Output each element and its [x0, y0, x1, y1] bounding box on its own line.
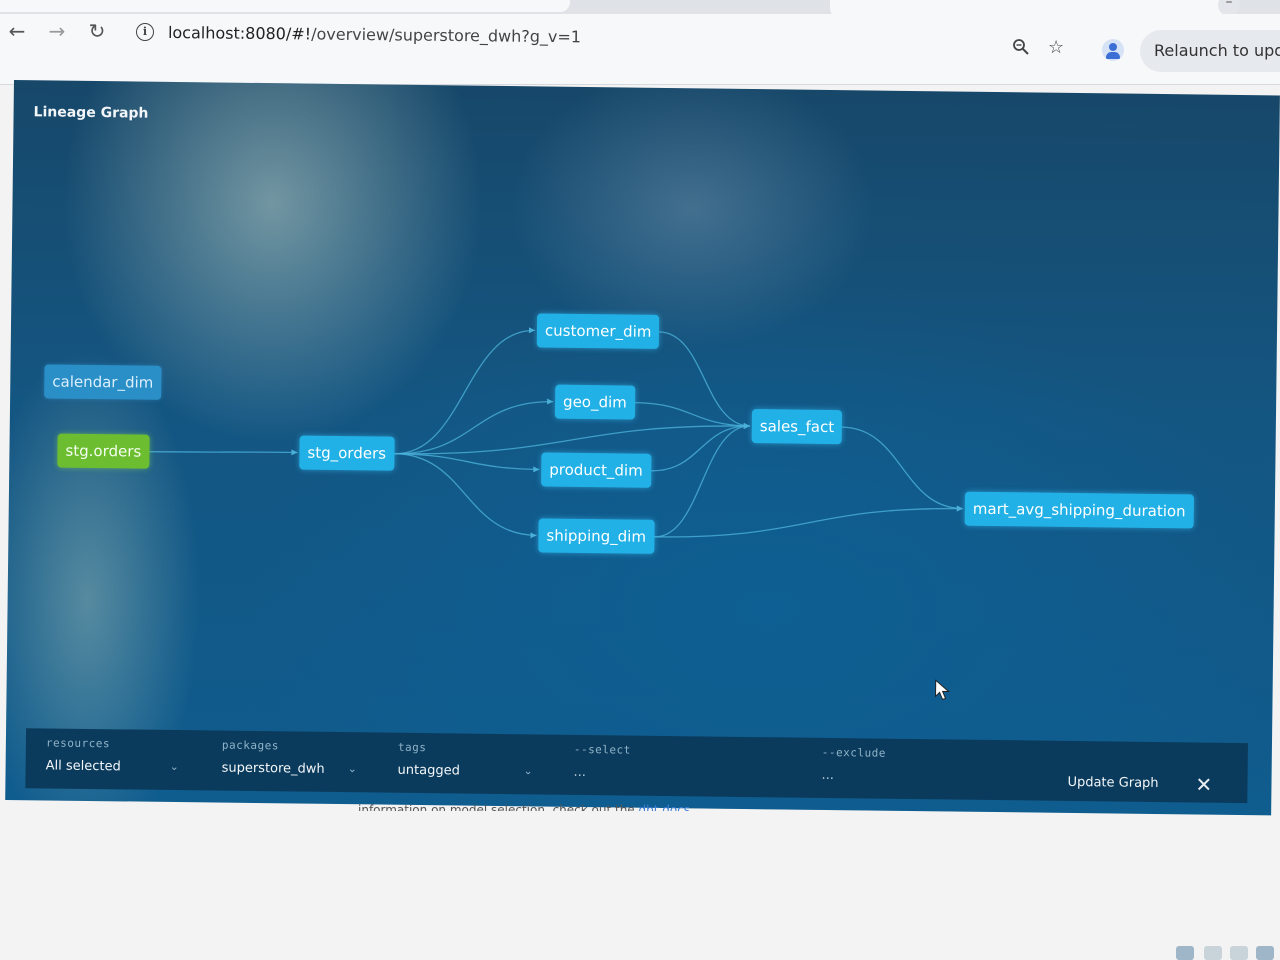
edge-arrowhead [291, 449, 298, 456]
edge-arrowhead [533, 466, 540, 473]
chevron-down-icon[interactable]: ⌄ [170, 760, 179, 773]
relaunch-button[interactable]: Relaunch to upda [1140, 30, 1280, 72]
resources-label: resources [45, 736, 111, 751]
select-input[interactable]: ... [573, 765, 586, 780]
url-host: localhost:8080/#! [167, 23, 312, 44]
edge-stg_orders-to-geo_dim [394, 400, 554, 455]
info-icon[interactable]: i [136, 23, 154, 41]
edge-stg_orders-to-customer_dim [394, 329, 535, 455]
exclude-filter[interactable]: --exclude ... [821, 738, 1042, 801]
chevron-down-icon[interactable]: ⌄ [348, 762, 357, 775]
edge-arrowhead [528, 327, 535, 334]
tab-strip: – [0, 0, 1280, 18]
exclude-input[interactable]: ... [821, 768, 834, 783]
edge-stg_orders_source-to-stg_orders [149, 451, 298, 454]
url-path: /overview/superstore_dwh?g_v=1 [311, 24, 582, 47]
node-stg-orders-source[interactable]: stg.orders [57, 433, 150, 469]
lineage-graph-panel: Lineage Graph calendar_dim stg.orders st… [5, 80, 1280, 816]
edge-arrowhead [743, 422, 750, 429]
edge-stg_orders-to-shipping_dim [394, 453, 537, 537]
avatar-icon[interactable] [1102, 39, 1124, 61]
relaunch-label: Relaunch to upda [1154, 41, 1280, 60]
exclude-label: --exclude [821, 745, 887, 760]
help-text: information on model selection, check ou… [358, 803, 690, 811]
tags-value[interactable]: untagged [398, 763, 460, 779]
node-mart-avg-shipping-duration[interactable]: mart_avg_shipping_duration [964, 491, 1194, 529]
node-customer-dim[interactable]: customer_dim [536, 313, 660, 349]
tray-icon[interactable] [1176, 946, 1194, 960]
tray-icon[interactable] [1204, 946, 1222, 960]
system-tray [1172, 944, 1280, 960]
arrow-right-icon[interactable]: → [44, 18, 70, 44]
tags-label: tags [397, 740, 427, 755]
select-filter[interactable]: --select ... [573, 735, 794, 798]
node-sales-fact[interactable]: sales_fact [751, 409, 843, 445]
edge-geo_dim-to-sales_fact [635, 401, 750, 427]
node-product-dim[interactable]: product_dim [541, 452, 651, 488]
tray-icon[interactable] [1230, 946, 1248, 960]
edge-arrowhead [530, 532, 537, 539]
packages-value[interactable]: superstore_dwh [222, 761, 325, 777]
edge-sales_fact-to-mart_avg_shipping_duration [841, 426, 963, 510]
dbt-docs-link[interactable]: dbt docs [639, 803, 691, 811]
packages-filter[interactable]: packages superstore_dwh ⌄ [221, 731, 372, 793]
select-label: --select [573, 742, 631, 757]
node-shipping-dim[interactable]: shipping_dim [538, 518, 655, 554]
edge-stg_orders-to-product_dim [394, 453, 540, 471]
mouse-pointer-icon [935, 679, 950, 701]
help-text-body: information on model selection, check ou… [358, 803, 639, 811]
node-stg-orders[interactable]: stg_orders [299, 435, 395, 471]
edge-arrowhead [547, 398, 554, 405]
star-icon[interactable]: ☆ [1048, 37, 1064, 58]
zoom-icon[interactable] [1012, 38, 1030, 61]
edge-shipping_dim-to-sales_fact [654, 425, 750, 538]
chevron-down-icon[interactable]: ⌄ [524, 764, 533, 777]
update-graph-button[interactable]: Update Graph [1067, 775, 1158, 791]
reload-icon[interactable]: ↻ [84, 18, 110, 44]
node-geo-dim[interactable]: geo_dim [554, 384, 636, 420]
edge-arrowhead [956, 505, 963, 512]
arrow-left-icon[interactable]: ← [4, 18, 30, 44]
tray-icon[interactable] [1256, 946, 1274, 960]
edge-customer_dim-to-sales_fact [658, 331, 750, 427]
packages-label: packages [221, 738, 279, 753]
selector-bar: resources All selected ⌄ packages supers… [25, 728, 1248, 804]
resources-filter[interactable]: resources All selected ⌄ [45, 728, 196, 790]
tags-filter[interactable]: tags untagged ⌄ [397, 733, 548, 795]
close-icon[interactable]: ✕ [1195, 772, 1212, 796]
browser-tab[interactable] [0, 0, 570, 12]
edge-product_dim-to-sales_fact [651, 425, 750, 472]
edge-shipping_dim-to-mart_avg_shipping_duration [654, 507, 963, 538]
node-calendar-dim[interactable]: calendar_dim [44, 364, 162, 400]
resources-value[interactable]: All selected [46, 758, 121, 774]
